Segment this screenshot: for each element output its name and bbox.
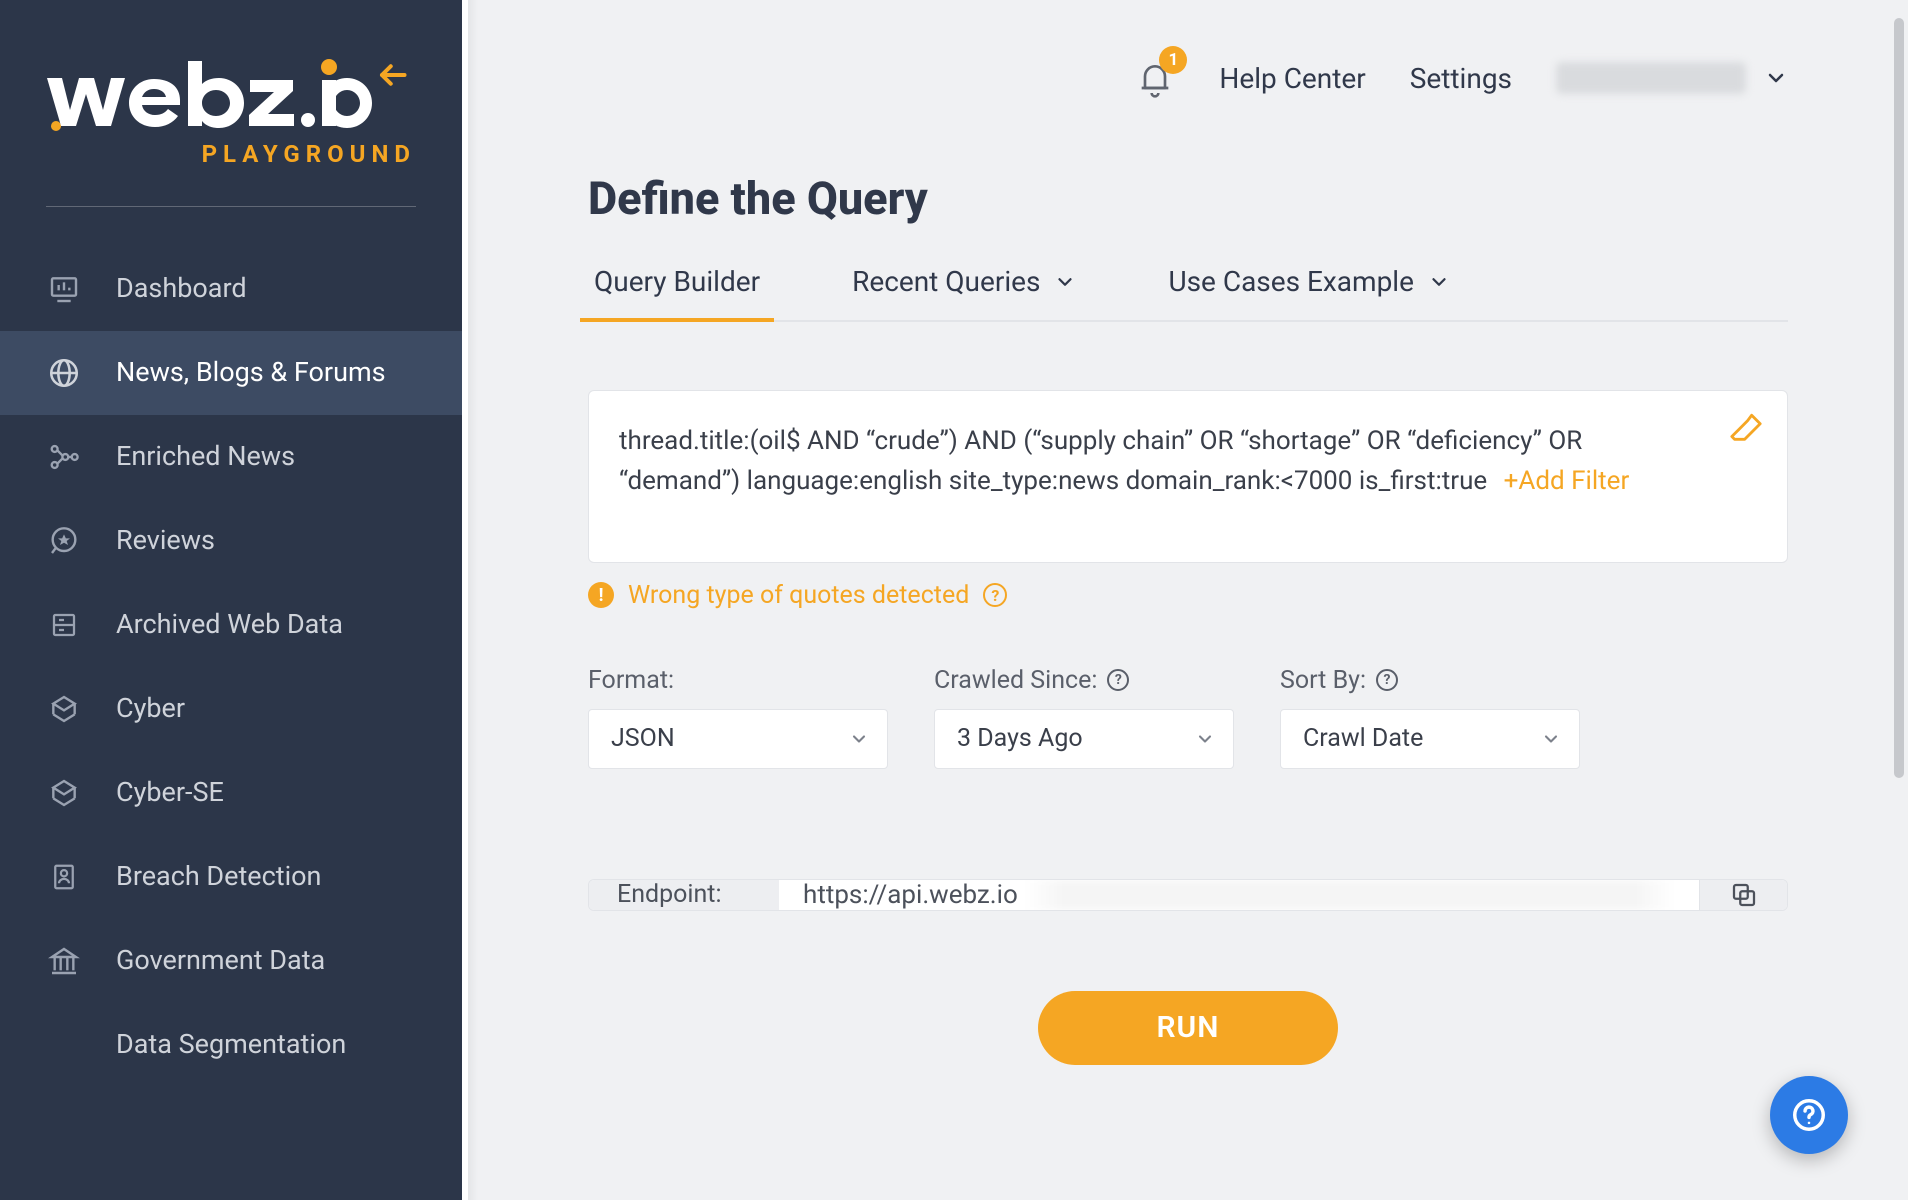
sidebar-item-label: Data Segmentation — [116, 1028, 346, 1062]
help-icon[interactable]: ? — [1376, 669, 1398, 691]
globe-icon — [46, 355, 82, 391]
query-input[interactable]: thread.title:(oil$ AND “crude”) AND (“su… — [588, 390, 1788, 563]
sidebar-item-label: Archived Web Data — [116, 608, 343, 642]
sidebar-divider — [46, 206, 416, 207]
help-fab[interactable] — [1770, 1076, 1848, 1154]
endpoint-label: Endpoint: — [589, 880, 779, 910]
run-button[interactable]: RUN — [1038, 991, 1338, 1065]
sidebar-nav: Dashboard News, Blogs & Forums Enriched … — [0, 247, 462, 1087]
control-label: Crawled Since: ? — [934, 666, 1234, 695]
sidebar: PLAYGROUND Dashboard News, Blogs & Forum… — [0, 0, 462, 1200]
sidebar-header: PLAYGROUND — [0, 0, 462, 190]
tab-label: Recent Queries — [852, 265, 1040, 298]
sidebar-item-label: Cyber-SE — [116, 776, 224, 810]
content: Define the Query Query Builder Recent Qu… — [468, 100, 1908, 1200]
collapse-sidebar-icon[interactable] — [374, 60, 410, 90]
tab-query-builder[interactable]: Query Builder — [588, 265, 766, 320]
select-value: Crawl Date — [1303, 724, 1423, 753]
erase-query-icon[interactable] — [1729, 411, 1763, 445]
notification-count-badge: 1 — [1159, 46, 1187, 74]
control-label-text: Crawled Since: — [934, 666, 1097, 695]
tabs: Query Builder Recent Queries Use Cases E… — [588, 265, 1788, 322]
tab-label: Use Cases Example — [1168, 265, 1414, 298]
crawled-since-select[interactable]: 3 Days Ago — [934, 709, 1234, 769]
control-label-text: Format: — [588, 666, 674, 695]
sidebar-item-cyber-se[interactable]: Cyber-SE — [0, 751, 462, 835]
chevron-down-icon — [1195, 729, 1215, 749]
sort-by-select[interactable]: Crawl Date — [1280, 709, 1580, 769]
endpoint-visible-text: https://api.webz.io — [803, 880, 1018, 910]
user-name-redacted — [1556, 62, 1746, 94]
add-filter-button[interactable]: +Add Filter — [1504, 466, 1630, 496]
query-warning: ! Wrong type of quotes detected ? — [588, 581, 1788, 610]
endpoint-value[interactable]: https://api.webz.io — [779, 880, 1699, 910]
run-row: RUN — [588, 991, 1788, 1065]
control-label: Format: — [588, 666, 888, 695]
sidebar-item-reviews[interactable]: Reviews — [0, 499, 462, 583]
endpoint-row: Endpoint: https://api.webz.io — [588, 879, 1788, 911]
cyber-se-icon — [46, 775, 82, 811]
sidebar-item-cyber[interactable]: Cyber — [0, 667, 462, 751]
control-crawled-since: Crawled Since: ? 3 Days Ago — [934, 666, 1234, 769]
control-sort-by: Sort By: ? Crawl Date — [1280, 666, 1580, 769]
review-star-icon — [46, 523, 82, 559]
sidebar-item-enriched-news[interactable]: Enriched News — [0, 415, 462, 499]
warning-text: Wrong type of quotes detected — [628, 581, 969, 610]
chevron-down-icon — [1054, 271, 1076, 293]
chevron-down-icon — [1428, 271, 1450, 293]
sidebar-item-label: Dashboard — [116, 272, 247, 306]
sidebar-item-dashboard[interactable]: Dashboard — [0, 247, 462, 331]
help-center-link[interactable]: Help Center — [1219, 62, 1365, 95]
settings-link[interactable]: Settings — [1410, 62, 1512, 95]
sidebar-item-archived[interactable]: Archived Web Data — [0, 583, 462, 667]
main: 1 Help Center Settings Define the Query … — [462, 0, 1908, 1200]
notifications-button[interactable]: 1 — [1135, 56, 1175, 100]
sidebar-item-news-blogs-forums[interactable]: News, Blogs & Forums — [0, 331, 462, 415]
select-value: JSON — [611, 724, 675, 753]
sidebar-item-label: News, Blogs & Forums — [116, 356, 386, 390]
sidebar-item-breach-detection[interactable]: Breach Detection — [0, 835, 462, 919]
sidebar-item-government-data[interactable]: Government Data — [0, 919, 462, 1003]
main-scroll[interactable]: 1 Help Center Settings Define the Query … — [462, 0, 1908, 1200]
badge-icon — [46, 859, 82, 895]
format-select[interactable]: JSON — [588, 709, 888, 769]
endpoint-redacted — [1024, 880, 1675, 910]
cyber-icon — [46, 691, 82, 727]
sidebar-item-data-segmentation[interactable]: Data Segmentation — [0, 1003, 462, 1087]
brand-subtitle: PLAYGROUND — [46, 140, 416, 168]
sidebar-item-label: Cyber — [116, 692, 185, 726]
segmentation-icon — [46, 1027, 82, 1063]
control-label: Sort By: ? — [1280, 666, 1580, 695]
graph-nodes-icon — [46, 439, 82, 475]
brand-logo: PLAYGROUND — [46, 54, 416, 168]
user-menu-trigger[interactable] — [1556, 62, 1788, 94]
sidebar-item-label: Enriched News — [116, 440, 295, 474]
control-format: Format: JSON — [588, 666, 888, 769]
archive-icon — [46, 607, 82, 643]
tab-use-cases-example[interactable]: Use Cases Example — [1162, 265, 1456, 320]
government-icon — [46, 943, 82, 979]
sidebar-item-label: Government Data — [116, 944, 325, 978]
tab-label: Query Builder — [594, 265, 760, 298]
warning-icon: ! — [588, 582, 614, 608]
topbar: 1 Help Center Settings — [468, 0, 1908, 100]
controls-row: Format: JSON Crawled Since: ? — [588, 666, 1788, 769]
help-icon[interactable]: ? — [1107, 669, 1129, 691]
sidebar-item-label: Breach Detection — [116, 860, 321, 894]
chevron-down-icon — [1764, 66, 1788, 90]
tab-recent-queries[interactable]: Recent Queries — [846, 265, 1082, 320]
control-label-text: Sort By: — [1280, 666, 1366, 695]
select-value: 3 Days Ago — [957, 724, 1083, 753]
copy-endpoint-button[interactable] — [1699, 880, 1787, 910]
sidebar-item-label: Reviews — [116, 524, 215, 558]
warning-help-icon[interactable]: ? — [983, 583, 1007, 607]
chevron-down-icon — [1541, 729, 1561, 749]
page-title: Define the Query — [588, 172, 1788, 225]
chevron-down-icon — [849, 729, 869, 749]
dashboard-icon — [46, 271, 82, 307]
query-text: thread.title:(oil$ AND “crude”) AND (“su… — [619, 426, 1582, 496]
